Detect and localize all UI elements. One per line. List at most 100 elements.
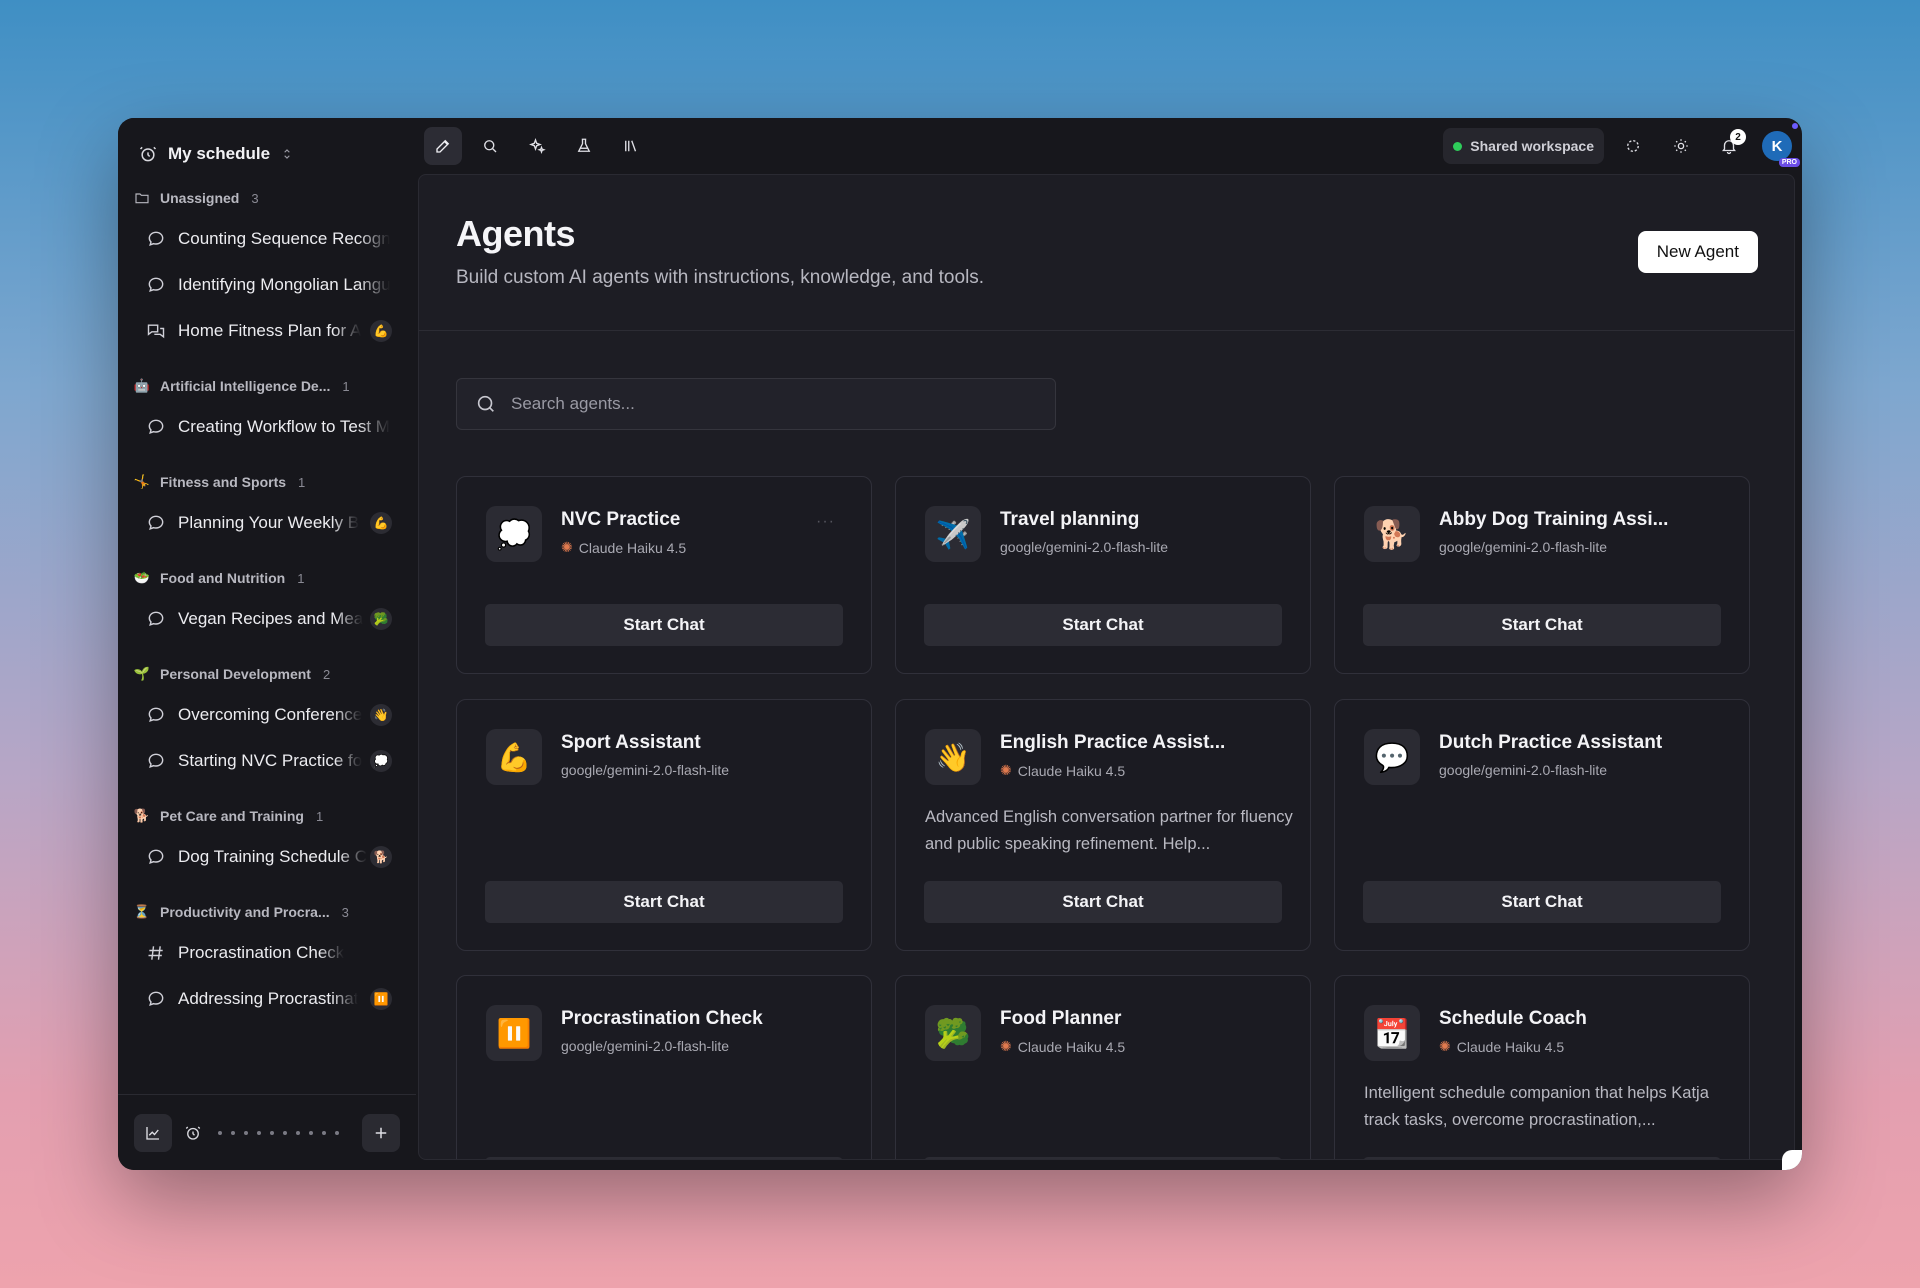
agent-card[interactable]: 🐕 Abby Dog Training Assi... google/gemini-… [1334, 476, 1750, 674]
sidebar-group-name: Unassigned [160, 190, 240, 206]
agent-card[interactable]: ✈️ Travel planning google/gemini-2.0-flash… [895, 476, 1311, 674]
sidebar-group-header[interactable]: Unassigned 3 [134, 180, 400, 216]
agent-badge-icon: 👋 [370, 704, 392, 726]
agents-page: Agents Build custom AI agents with instr… [418, 174, 1795, 1160]
sidebar-chat-item[interactable]: Dog Training Schedule C 🐕 [134, 834, 400, 880]
sidebar-group-header[interactable]: 🤸 Fitness and Sports 1 [134, 464, 400, 500]
sidebar-group-count: 1 [342, 378, 350, 394]
agent-card[interactable]: 💪 Sport Assistant google/gemini-2.0-flash-… [456, 699, 872, 951]
workflows-button[interactable] [565, 127, 603, 165]
sidebar-chat-item[interactable]: Starting NVC Practice fo 💭 [134, 738, 400, 784]
sync-button[interactable] [1614, 127, 1652, 165]
agent-name: Dutch Practice Assistant [1439, 732, 1663, 753]
start-chat-button[interactable]: Start Chat [1363, 881, 1721, 923]
start-chat-button[interactable]: Start Chat [1363, 604, 1721, 646]
search-input[interactable] [511, 394, 1011, 414]
search-agents-field[interactable] [456, 378, 1056, 430]
start-chat-button[interactable]: Start Chat [924, 604, 1282, 646]
sidebar-chat-label: Counting Sequence Recogni [178, 229, 390, 248]
sidebar-chat-item[interactable]: Home Fitness Plan for A 💪 [134, 308, 400, 354]
sidebar-group: 🐕 Pet Care and Training 1 Dog Training Sche… [118, 798, 416, 894]
sparkles-icon [529, 138, 546, 154]
more-options-icon[interactable]: ··· [816, 513, 835, 531]
start-chat-button[interactable]: Start Chat [1363, 1157, 1721, 1159]
workspace-switcher[interactable]: My schedule [138, 134, 294, 174]
chat-bubble-icon [146, 705, 166, 725]
agent-badge-icon: 💪 [370, 320, 392, 342]
sidebar: My schedule Unassigned 3 Counting Sequence… [118, 118, 416, 1170]
agent-card[interactable]: ⏸️ Procrastination Check google/gemini-2.0… [456, 975, 872, 1159]
sidebar-chat-item[interactable]: Identifying Mongolian Langu [134, 262, 400, 308]
sidebar-group-header[interactable]: 🥗 Food and Nutrition 1 [134, 560, 400, 596]
sidebar-chat-label: Home Fitness Plan for A [178, 321, 362, 340]
agent-model: ✺ Claude Haiku 4.5 [1439, 1038, 1564, 1055]
sidebar-chat-label: Identifying Mongolian Langu [178, 275, 390, 294]
sidebar-group-header[interactable]: ⏳ Productivity and Procra... 3 [134, 894, 400, 930]
sidebar-group-header[interactable]: 🐕 Pet Care and Training 1 [134, 798, 400, 834]
alarm-clock-icon[interactable] [184, 1124, 202, 1142]
agent-model-label: google/gemini-2.0-flash-lite [1439, 762, 1608, 778]
sidebar-group: 🥗 Food and Nutrition 1 Vegan Recipes and Me… [118, 560, 416, 656]
sidebar-chat-item[interactable]: Procrastination Check [134, 930, 400, 976]
agents-button[interactable] [518, 127, 556, 165]
sidebar-group: 🤖 Artificial Intelligence De... 1 Creating … [118, 368, 416, 464]
agent-model-label: Claude Haiku 4.5 [1017, 762, 1126, 779]
analytics-button[interactable] [134, 1113, 172, 1152]
sidebar-group-header[interactable]: 🌱 Personal Development 2 [134, 656, 400, 692]
pro-badge: PRO [1778, 158, 1800, 167]
sidebar-chat-item[interactable]: Creating Workflow to Test M [134, 404, 400, 450]
agent-model-label: google/gemini-2.0-flash-lite [561, 1038, 730, 1054]
sidebar-group-count: 3 [251, 190, 259, 206]
user-avatar[interactable]: K PRO [1762, 123, 1800, 167]
search-icon [484, 140, 497, 153]
sidebar-chat-label: Creating Workflow to Test M [178, 417, 390, 436]
notifications-button[interactable]: 2 [1710, 127, 1748, 165]
agent-name: Schedule Coach [1439, 1008, 1587, 1029]
agent-card[interactable]: 🥦 Food Planner ✺ Claude Haiku 4.5 Start Chat [895, 975, 1311, 1159]
agent-emoji-icon: ⏸️ [486, 1005, 542, 1061]
group-emoji-icon: 🌱 [133, 666, 151, 681]
sidebar-chat-label: Vegan Recipes and Mea [178, 609, 364, 628]
workspace-dots[interactable] [218, 1130, 339, 1135]
refresh-dashed-icon [1627, 140, 1639, 152]
agent-card[interactable]: 👋 English Practice Assist... ✺ Claude Haiku… [895, 699, 1311, 951]
agent-model-label: Claude Haiku 4.5 [1017, 1038, 1126, 1055]
add-workspace-button[interactable] [362, 1113, 400, 1152]
sidebar-chat-item[interactable]: Overcoming Conference 👋 [134, 692, 400, 738]
agent-model: google/gemini-2.0-flash-lite [1439, 762, 1607, 778]
library-button[interactable] [612, 127, 650, 165]
sidebar-chat-item[interactable]: Counting Sequence Recogni [134, 216, 400, 262]
sidebar-group-header[interactable]: 🤖 Artificial Intelligence De... 1 [134, 368, 400, 404]
sidebar-group-count: 1 [315, 808, 324, 824]
search-button[interactable] [471, 127, 509, 165]
sidebar-footer [118, 1094, 416, 1170]
agent-emoji-icon: 💭 [486, 506, 542, 562]
agent-emoji-icon: 📆 [1364, 1005, 1420, 1061]
new-agent-button[interactable]: New Agent [1637, 231, 1758, 273]
sidebar-chat-item[interactable]: Addressing Procrastinat ⏸️ [134, 976, 400, 1022]
theme-toggle-button[interactable] [1662, 127, 1700, 165]
agent-card[interactable]: 📆 Schedule Coach ✺ Claude Haiku 4.5 Intellig… [1334, 975, 1750, 1159]
plus-icon [375, 1127, 387, 1138]
claude-logo-icon: ✺ [1000, 1038, 1012, 1054]
start-chat-button[interactable]: Start Chat [485, 604, 843, 646]
shared-workspace-status[interactable]: Shared workspace [1443, 128, 1604, 164]
agent-model-label: Claude Haiku 4.5 [1456, 1038, 1565, 1055]
agent-card[interactable]: 💭 NVC Practice ✺ Claude Haiku 4.5 ··· Start C… [456, 476, 872, 674]
sidebar-chat-label: Procrastination Check [178, 943, 345, 962]
start-chat-button[interactable]: Start Chat [485, 881, 843, 923]
app-window: My schedule Unassigned 3 Counting Sequence… [118, 118, 1802, 1170]
start-chat-button[interactable]: Start Chat [924, 881, 1282, 923]
start-chat-button[interactable]: Start Chat [485, 1157, 843, 1159]
chat-bubble-icon [146, 275, 166, 295]
new-chat-button[interactable] [424, 127, 462, 165]
sidebar-chat-item[interactable]: Vegan Recipes and Mea 🥦 [134, 596, 400, 642]
chart-line-icon [146, 1126, 159, 1140]
sidebar-group: 🌱 Personal Development 2 Overcoming Confere… [118, 656, 416, 798]
sidebar-chat-item[interactable]: Planning Your Weekly B 💪 [134, 500, 400, 546]
start-chat-button[interactable]: Start Chat [924, 1157, 1282, 1159]
agent-model: google/gemini-2.0-flash-lite [561, 762, 729, 778]
window-resize-corner[interactable] [1782, 1150, 1802, 1170]
sidebar-group-name: Food and Nutrition [160, 570, 286, 586]
agent-card[interactable]: 💬 Dutch Practice Assistant google/gemini-2… [1334, 699, 1750, 951]
